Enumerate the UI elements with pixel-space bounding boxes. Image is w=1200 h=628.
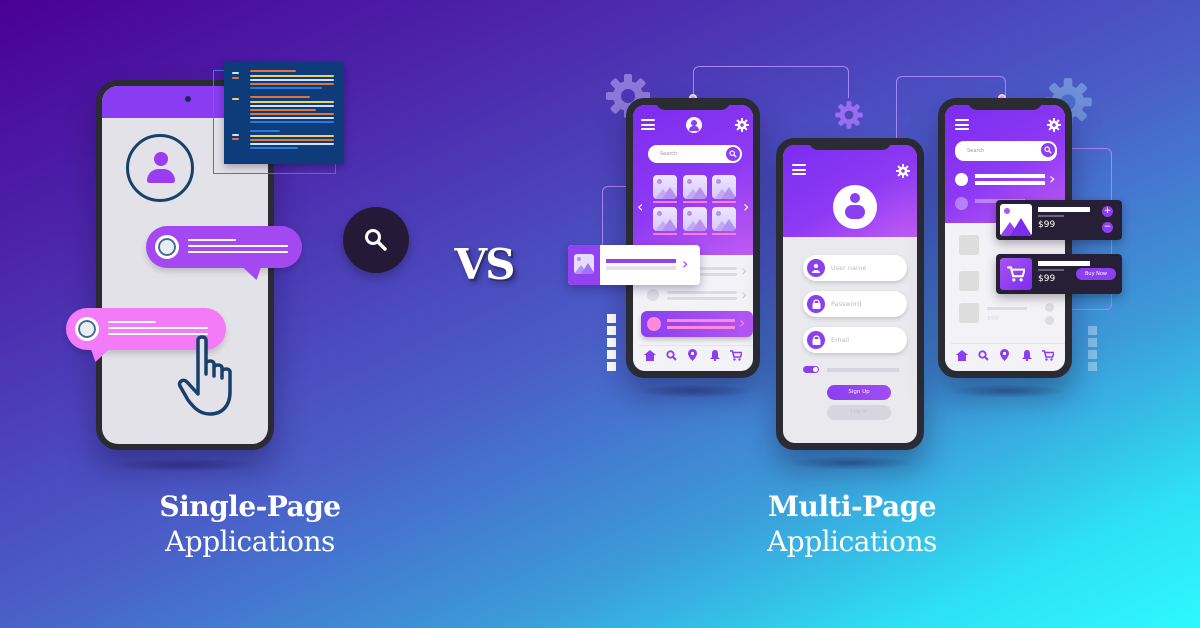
connector-line [693, 66, 849, 98]
plus-button[interactable]: + [1102, 206, 1113, 217]
location-icon[interactable] [686, 348, 700, 362]
search-placeholder: Search [660, 151, 678, 157]
avatar-head [154, 152, 168, 166]
mpa-login-phone: User name Password Email Sign Up Log In [776, 138, 924, 450]
chevron-right-icon[interactable]: › [1049, 171, 1055, 187]
avatar-icon[interactable] [126, 134, 194, 202]
mpa-caption: Multi-Page Applications [722, 490, 982, 560]
remember-toggle[interactable] [803, 366, 819, 373]
email-placeholder: Email [831, 336, 850, 344]
plus-icon[interactable] [1045, 303, 1054, 312]
cart-icon [1000, 258, 1032, 290]
user-icon [807, 259, 825, 277]
password-field[interactable]: Password [803, 291, 907, 317]
product-card[interactable]: $99 Buy Now [996, 254, 1122, 294]
username-placeholder: User name [831, 264, 867, 272]
spa-caption-title: Single-Page [159, 490, 341, 523]
code-window-icon [224, 62, 344, 164]
list-price: $99 [987, 315, 999, 322]
login-screen: User name Password Email Sign Up Log In [783, 145, 917, 443]
product-card[interactable]: $99 + − [996, 200, 1122, 240]
phone-shadow [786, 456, 914, 470]
spa-caption: Single-Page Applications [120, 490, 380, 560]
phone-shadow [636, 384, 752, 398]
highlighted-list-item[interactable]: › [641, 311, 753, 337]
search-icon[interactable] [976, 348, 990, 362]
phone-shadow [950, 384, 1066, 398]
search-input[interactable]: Search [955, 141, 1057, 161]
home-icon[interactable] [643, 348, 657, 362]
bubble-avatar-dot [75, 317, 99, 341]
cart-icon[interactable] [729, 348, 743, 362]
phone-notch [808, 138, 892, 150]
log-in-button[interactable]: Log In [827, 405, 891, 420]
chevron-left-icon[interactable]: ‹ [637, 199, 643, 215]
chevron-right-icon[interactable]: › [741, 287, 747, 303]
spa-phone-shadow [110, 458, 260, 472]
chevron-right-icon[interactable]: › [741, 263, 747, 279]
image-tile[interactable] [653, 207, 677, 231]
mpa-caption-title: Multi-Page [767, 490, 937, 523]
image-icon [959, 235, 979, 255]
image-tile[interactable] [653, 175, 677, 199]
bell-icon[interactable] [1020, 348, 1034, 362]
gear-icon [835, 101, 863, 129]
bottom-nav [945, 345, 1065, 365]
pointer-hand-icon [177, 335, 232, 416]
chevron-right-icon[interactable]: › [743, 199, 749, 215]
search-icon [365, 229, 387, 251]
image-icon [1000, 204, 1032, 236]
gallery-screen: Search ‹ › › › › [633, 105, 753, 371]
bell-icon[interactable] [708, 348, 722, 362]
search-input[interactable]: Search [648, 145, 742, 163]
mpa-caption-subtitle: Applications [767, 525, 937, 558]
settings-gear-icon[interactable] [1047, 118, 1061, 132]
cart-icon[interactable] [1041, 348, 1055, 362]
product-price: $99 [1038, 220, 1056, 230]
password-placeholder: Password [831, 300, 862, 308]
sign-up-button[interactable]: Sign Up [827, 385, 891, 400]
lock-icon [807, 295, 825, 313]
search-icon[interactable] [726, 147, 740, 161]
image-icon [959, 271, 979, 291]
settings-gear-icon[interactable] [896, 164, 910, 178]
buy-now-button[interactable]: Buy Now [1076, 268, 1116, 280]
avatar-body [147, 169, 175, 183]
chat-bubble[interactable] [146, 226, 302, 280]
username-field[interactable]: User name [803, 255, 907, 281]
minus-button[interactable]: − [1102, 222, 1113, 233]
product-price: $99 [1038, 274, 1056, 284]
profile-avatar-icon[interactable] [833, 185, 877, 229]
bottom-nav [633, 345, 753, 365]
minus-icon[interactable] [1045, 316, 1054, 325]
bubble-avatar-dot [155, 235, 179, 259]
menu-icon[interactable] [792, 164, 806, 175]
search-icon[interactable] [664, 348, 678, 362]
menu-icon[interactable] [955, 119, 969, 130]
floating-list-card[interactable]: › [568, 245, 700, 285]
image-tile[interactable] [683, 207, 707, 231]
search-icon[interactable] [1041, 143, 1055, 157]
email-field[interactable]: Email [803, 327, 907, 353]
settings-gear-icon[interactable] [735, 118, 749, 132]
image-tile[interactable] [712, 207, 736, 231]
image-icon [568, 245, 600, 285]
search-button[interactable] [343, 207, 409, 273]
image-tile[interactable] [712, 175, 736, 199]
camera-dot [185, 96, 191, 102]
profile-avatar-icon[interactable] [686, 117, 702, 133]
image-icon [959, 303, 979, 323]
phone-notch [967, 98, 1043, 110]
phone-notch [655, 98, 731, 110]
location-icon[interactable] [998, 348, 1012, 362]
chevron-right-icon[interactable]: › [682, 256, 688, 272]
home-icon[interactable] [955, 348, 969, 362]
menu-icon[interactable] [641, 119, 655, 130]
lock-icon [807, 331, 825, 349]
image-tile[interactable] [683, 175, 707, 199]
search-placeholder: Search [967, 148, 985, 154]
spa-caption-subtitle: Applications [165, 525, 335, 558]
vs-label: VS [454, 240, 516, 289]
mpa-gallery-phone: Search ‹ › › › › [626, 98, 760, 378]
